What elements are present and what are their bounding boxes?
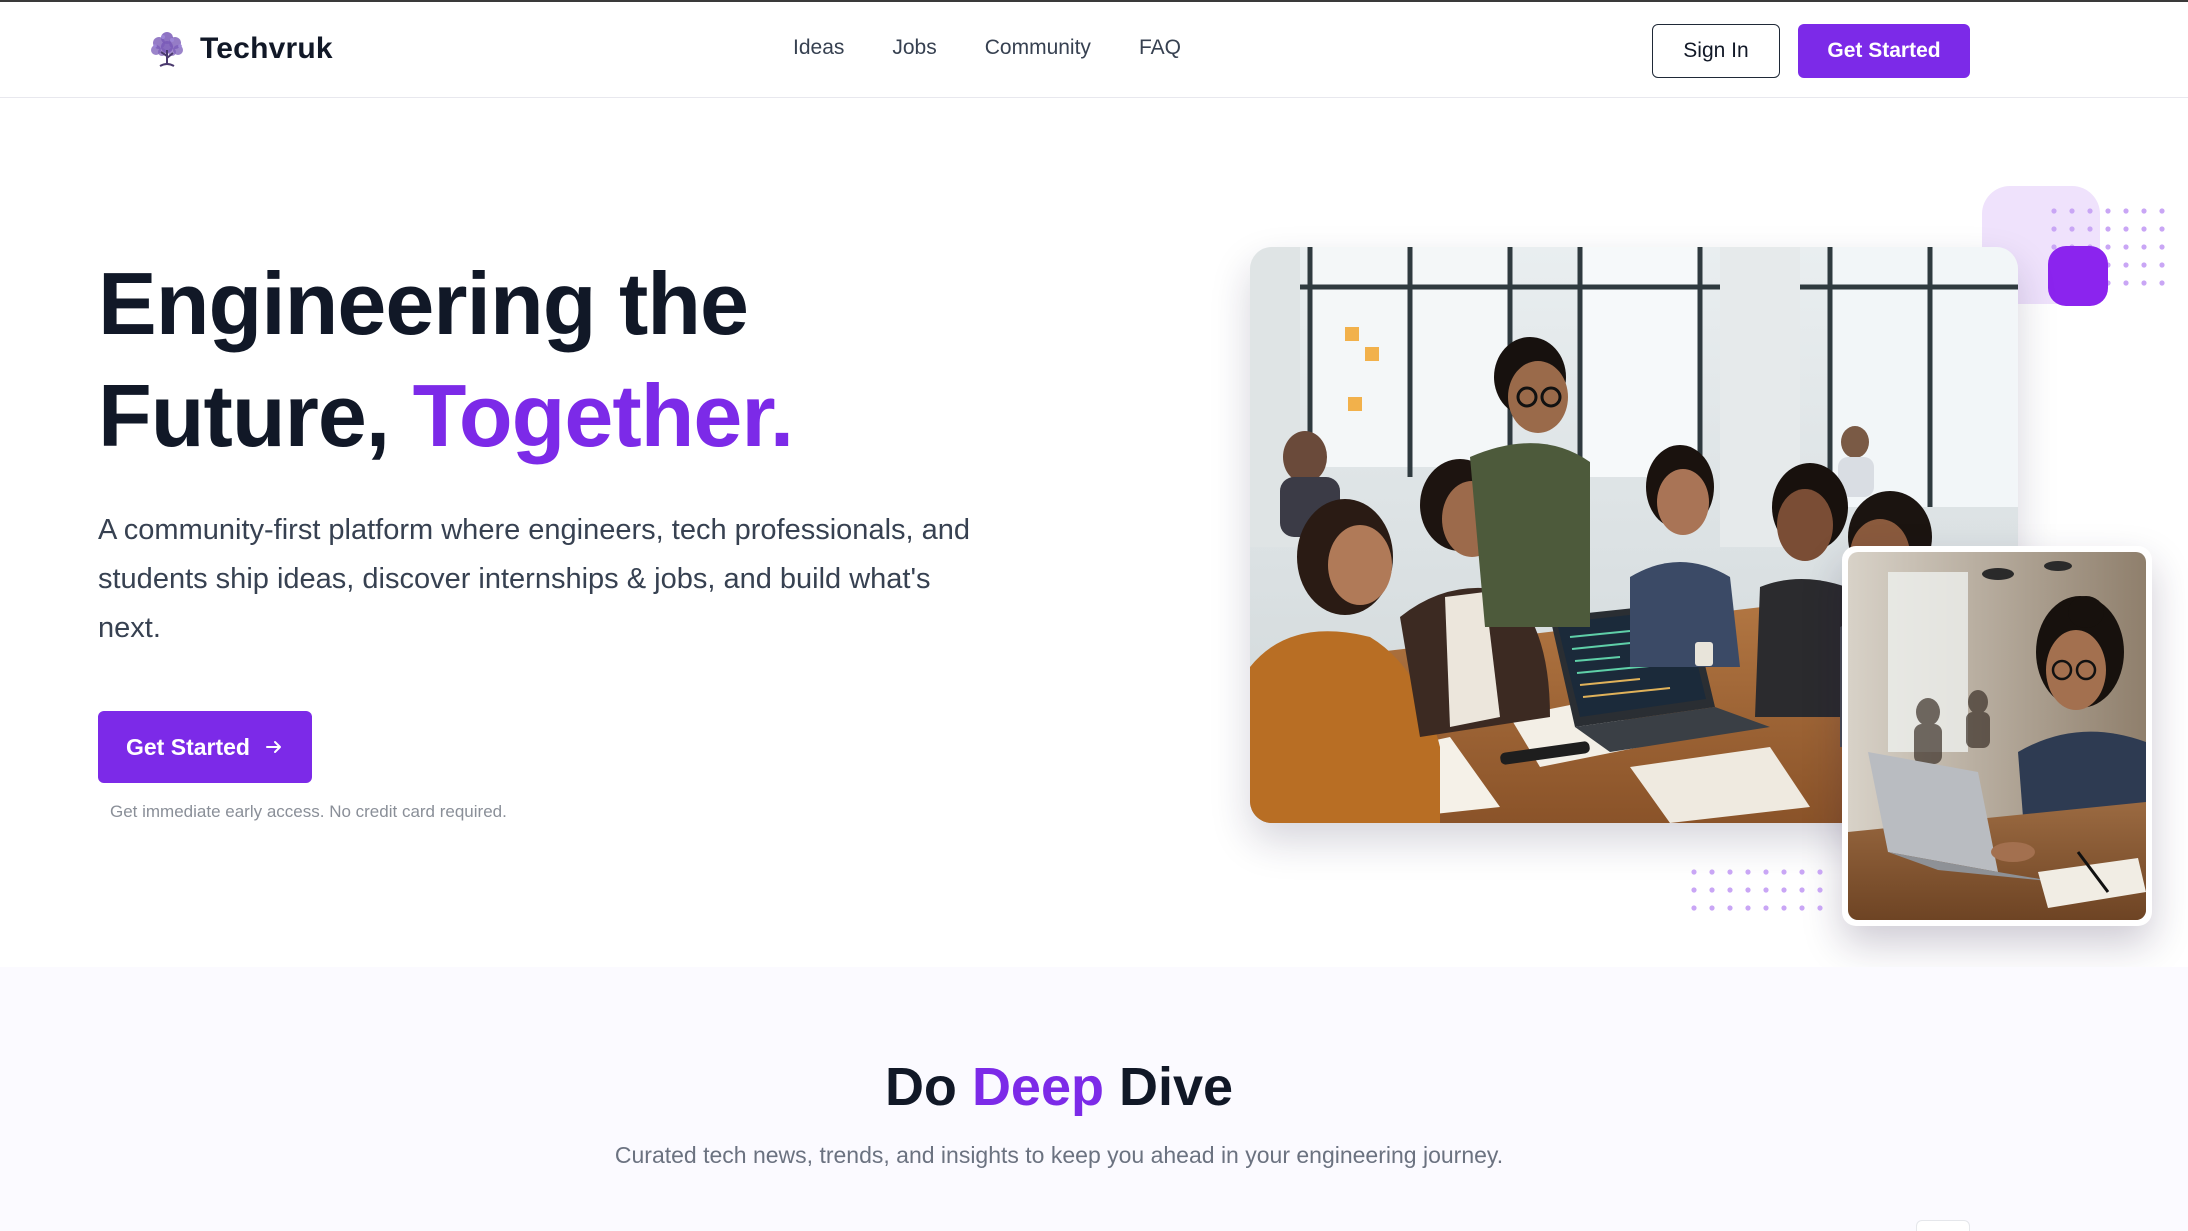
nav-links: Ideas Jobs Community FAQ: [793, 36, 1181, 60]
hero-title: Engineering the Future, Together.: [98, 248, 998, 472]
nav-link-jobs[interactable]: Jobs: [892, 36, 936, 60]
worker-photo-frame: [1848, 552, 2146, 920]
brand[interactable]: Techvruk: [146, 28, 333, 70]
deep-dive-title: Do Deep Dive: [0, 1056, 2118, 1118]
nav-link-faq[interactable]: FAQ: [1139, 36, 1181, 60]
carousel-control[interactable]: [1916, 1220, 1970, 1231]
tree-logo-icon: [151, 32, 183, 67]
deep-dive-subtitle: Curated tech news, trends, and insights …: [614, 1142, 1504, 1168]
hero-cta-label: Get Started: [126, 733, 250, 760]
deep-dive-title-part2: Dive: [1103, 1057, 1234, 1117]
hero-title-line1: Engineering the: [98, 254, 749, 353]
dot-grid-bottom: [1690, 868, 1834, 916]
hero-subtitle: A community-first platform where enginee…: [98, 514, 971, 644]
hero-title-accent: Together.: [412, 366, 795, 465]
top-nav: Techvruk Ideas Jobs Community FAQ Sign I…: [0, 2, 2188, 98]
nav-link-community[interactable]: Community: [985, 36, 1091, 60]
hero-worker-image: [1842, 546, 2152, 926]
deep-dive-title-accent: Deep: [971, 1057, 1104, 1117]
hero-get-started-button[interactable]: Get Started: [98, 711, 312, 783]
nav-link-ideas[interactable]: Ideas: [793, 36, 844, 60]
hero-title-line2: Future,: [98, 366, 413, 465]
brand-name: Techvruk: [200, 32, 333, 65]
page: Techvruk Ideas Jobs Community FAQ Sign I…: [0, 0, 2188, 1231]
decorative-dot: [2048, 246, 2108, 306]
worker-photo-illustration: [1848, 552, 2146, 920]
deep-dive-title-part1: Do: [884, 1057, 972, 1117]
hero-note: Get immediate early access. No credit ca…: [110, 802, 507, 821]
nav-get-started-button[interactable]: Get Started: [1798, 24, 1970, 78]
arrow-right-icon: [265, 741, 281, 753]
sign-in-button[interactable]: Sign In: [1652, 24, 1780, 78]
